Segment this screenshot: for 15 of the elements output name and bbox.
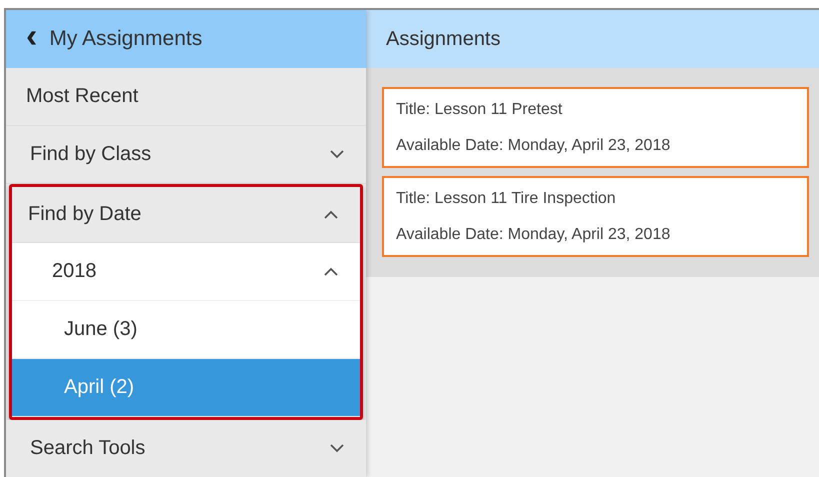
sidebar-title: My Assignments bbox=[49, 27, 202, 51]
section-header[interactable]: 2018 bbox=[12, 243, 360, 301]
section-header[interactable]: Search Tools bbox=[6, 420, 366, 477]
assignment-card[interactable]: Title: Lesson 11 Pretest Available Date: Monday, April 23, 2018 bbox=[382, 87, 809, 168]
nav-item[interactable]: June (3) bbox=[12, 301, 360, 359]
section-header[interactable]: Find by Class bbox=[6, 126, 366, 184]
assignment-title: Title: Lesson 11 Pretest bbox=[396, 101, 564, 119]
section-header[interactable]: Find by Date bbox=[12, 187, 360, 243]
nav-item[interactable]: Most Recent bbox=[6, 68, 366, 126]
assignment-card[interactable]: Title: Lesson 11 Tire Inspection Available Date: Monday, April 23, 2018 bbox=[382, 176, 809, 257]
assignment-title: Title: Lesson 11 Tire Inspection bbox=[396, 190, 617, 208]
available-date: Available Date: Monday, April 23, 2018 bbox=[396, 226, 672, 244]
panel-title: Assignments bbox=[386, 28, 500, 50]
available-date: Available Date: Monday, April 23, 2018 bbox=[396, 137, 672, 155]
back-button[interactable]: ‹ bbox=[22, 19, 42, 59]
